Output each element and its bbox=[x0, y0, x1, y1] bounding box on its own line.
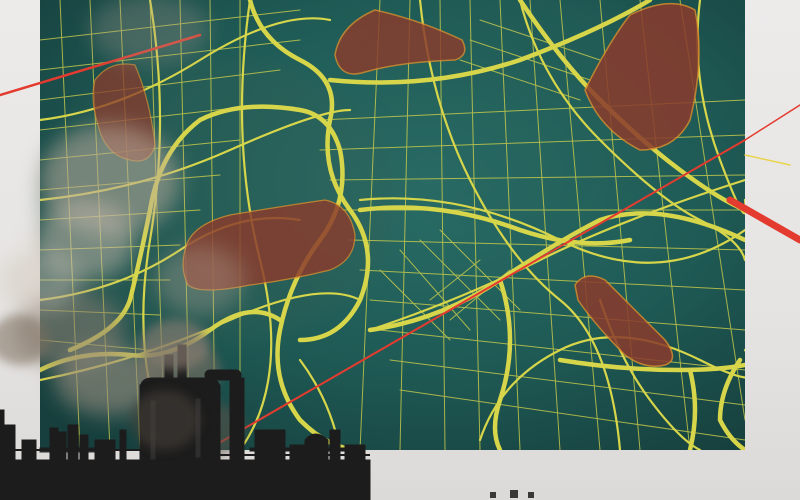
city-map-illustration bbox=[0, 0, 800, 500]
bottom-caption-glyphs bbox=[490, 490, 534, 498]
illustration-canvas bbox=[0, 0, 800, 500]
